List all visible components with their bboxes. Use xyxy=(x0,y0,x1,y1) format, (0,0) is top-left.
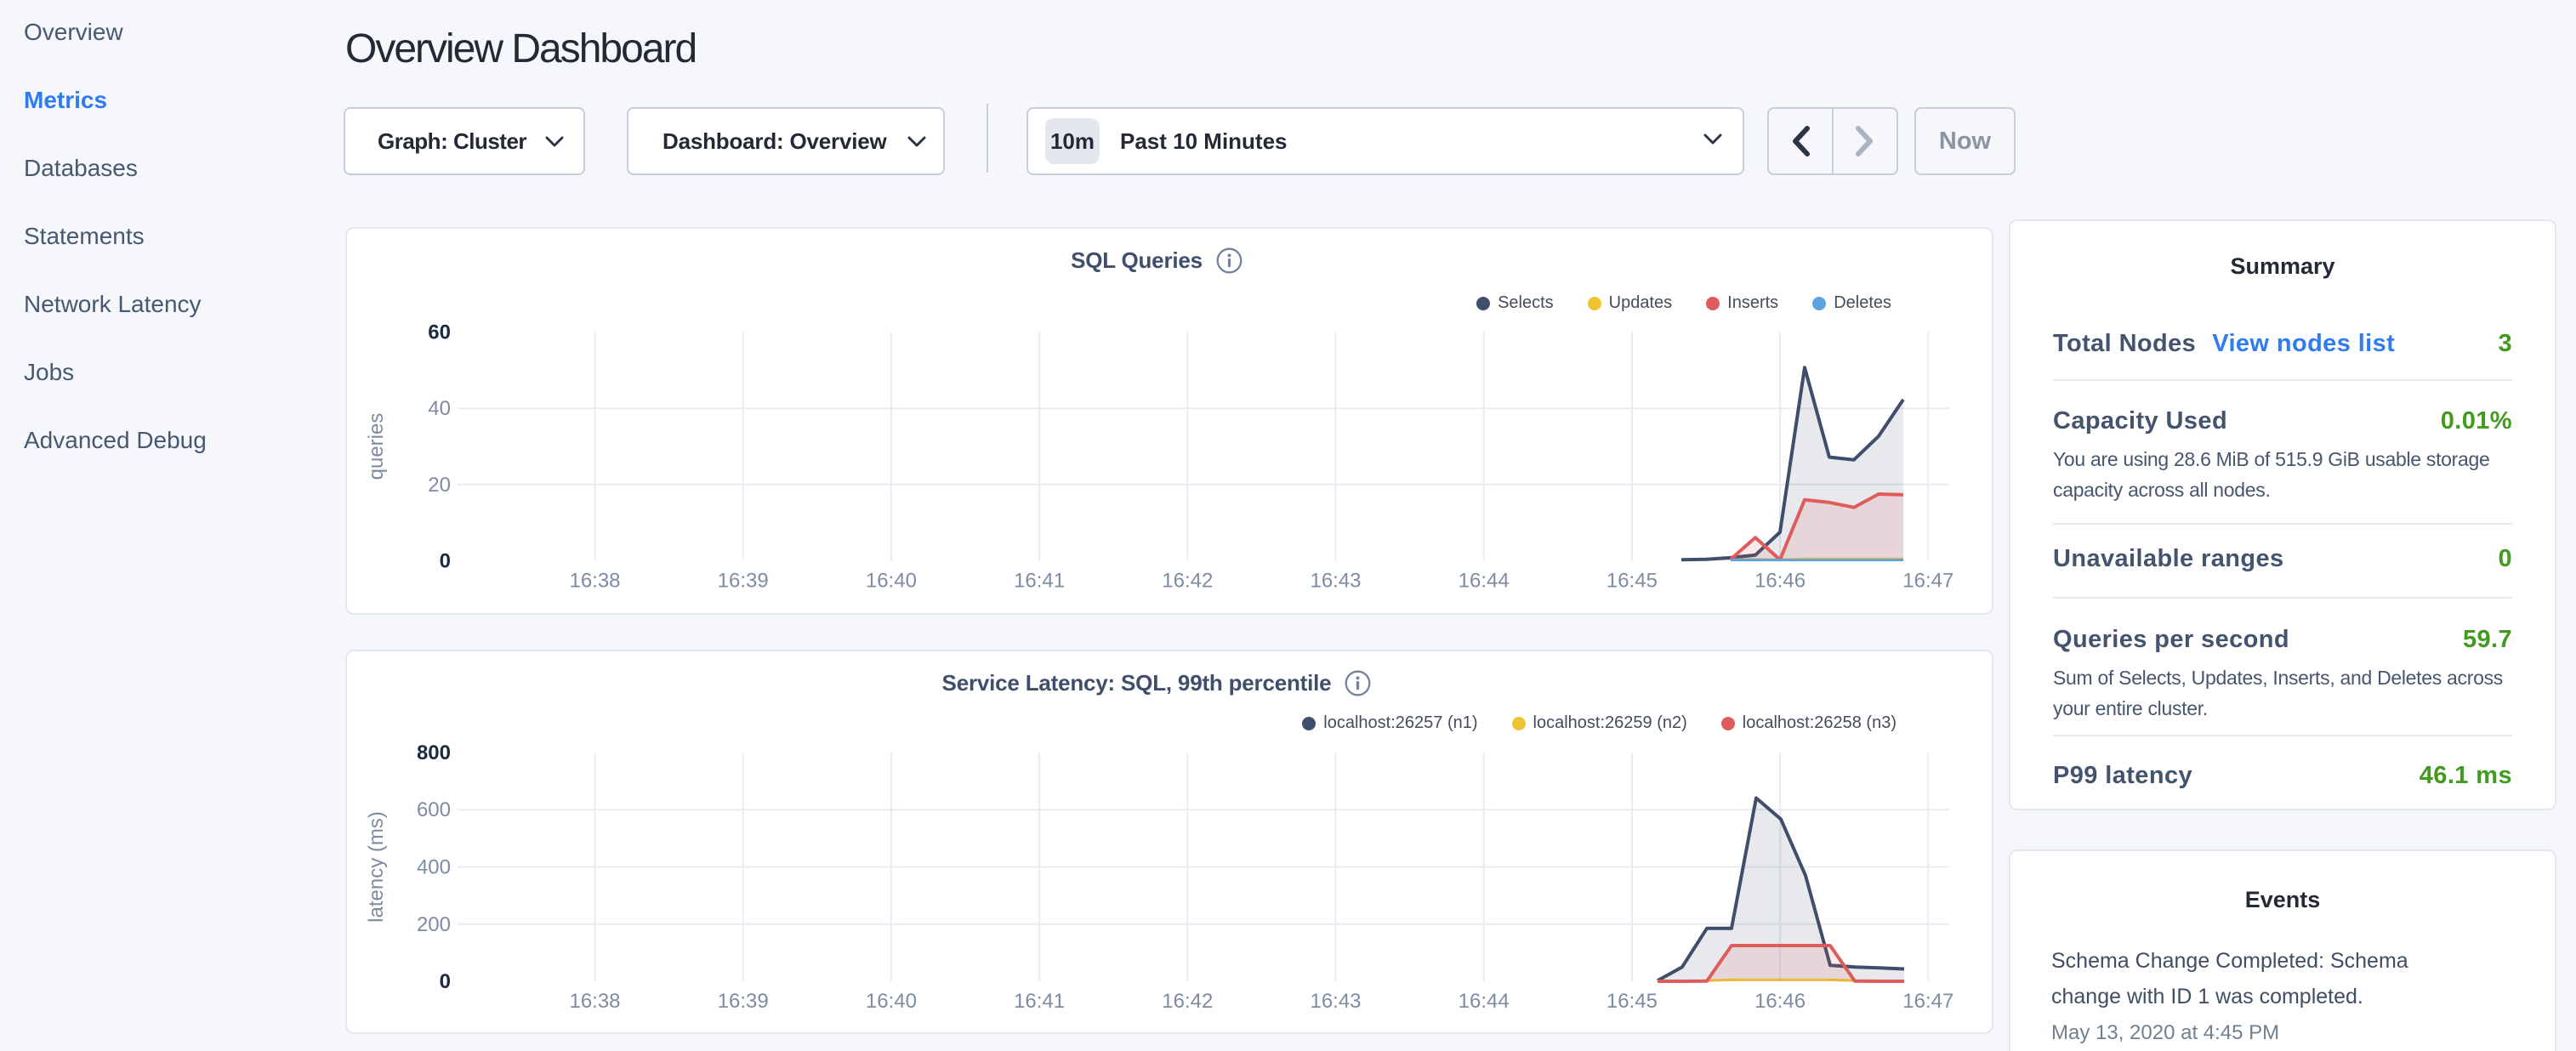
svg-text:16:41: 16:41 xyxy=(1014,990,1065,1013)
svg-text:0: 0 xyxy=(440,970,451,993)
svg-text:60: 60 xyxy=(428,321,451,344)
svg-text:16:45: 16:45 xyxy=(1606,570,1658,593)
svg-text:16:44: 16:44 xyxy=(1459,990,1510,1013)
svg-text:16:39: 16:39 xyxy=(718,570,769,593)
svg-text:600: 600 xyxy=(417,798,451,821)
svg-text:16:44: 16:44 xyxy=(1459,570,1510,593)
svg-text:16:43: 16:43 xyxy=(1310,570,1361,593)
svg-text:16:38: 16:38 xyxy=(569,990,620,1013)
svg-text:16:45: 16:45 xyxy=(1606,990,1658,1013)
svg-text:16:46: 16:46 xyxy=(1754,990,1805,1013)
svg-text:16:42: 16:42 xyxy=(1162,990,1213,1013)
svg-text:16:39: 16:39 xyxy=(718,990,769,1013)
svg-text:16:40: 16:40 xyxy=(866,990,917,1013)
svg-text:16:41: 16:41 xyxy=(1014,570,1065,593)
svg-text:16:47: 16:47 xyxy=(1902,570,1953,593)
svg-text:0: 0 xyxy=(440,550,451,573)
svg-text:40: 40 xyxy=(428,397,451,420)
svg-text:latency (ms): latency (ms) xyxy=(365,811,388,923)
svg-text:20: 20 xyxy=(428,474,451,497)
svg-text:16:40: 16:40 xyxy=(866,570,917,593)
svg-text:16:47: 16:47 xyxy=(1902,990,1953,1013)
svg-text:800: 800 xyxy=(417,741,451,764)
svg-text:16:38: 16:38 xyxy=(569,570,620,593)
svg-text:16:42: 16:42 xyxy=(1162,570,1213,593)
svg-text:200: 200 xyxy=(417,913,451,936)
svg-text:16:46: 16:46 xyxy=(1754,570,1805,593)
svg-text:16:43: 16:43 xyxy=(1310,990,1361,1013)
svg-text:400: 400 xyxy=(417,856,451,879)
svg-text:queries: queries xyxy=(365,413,388,480)
